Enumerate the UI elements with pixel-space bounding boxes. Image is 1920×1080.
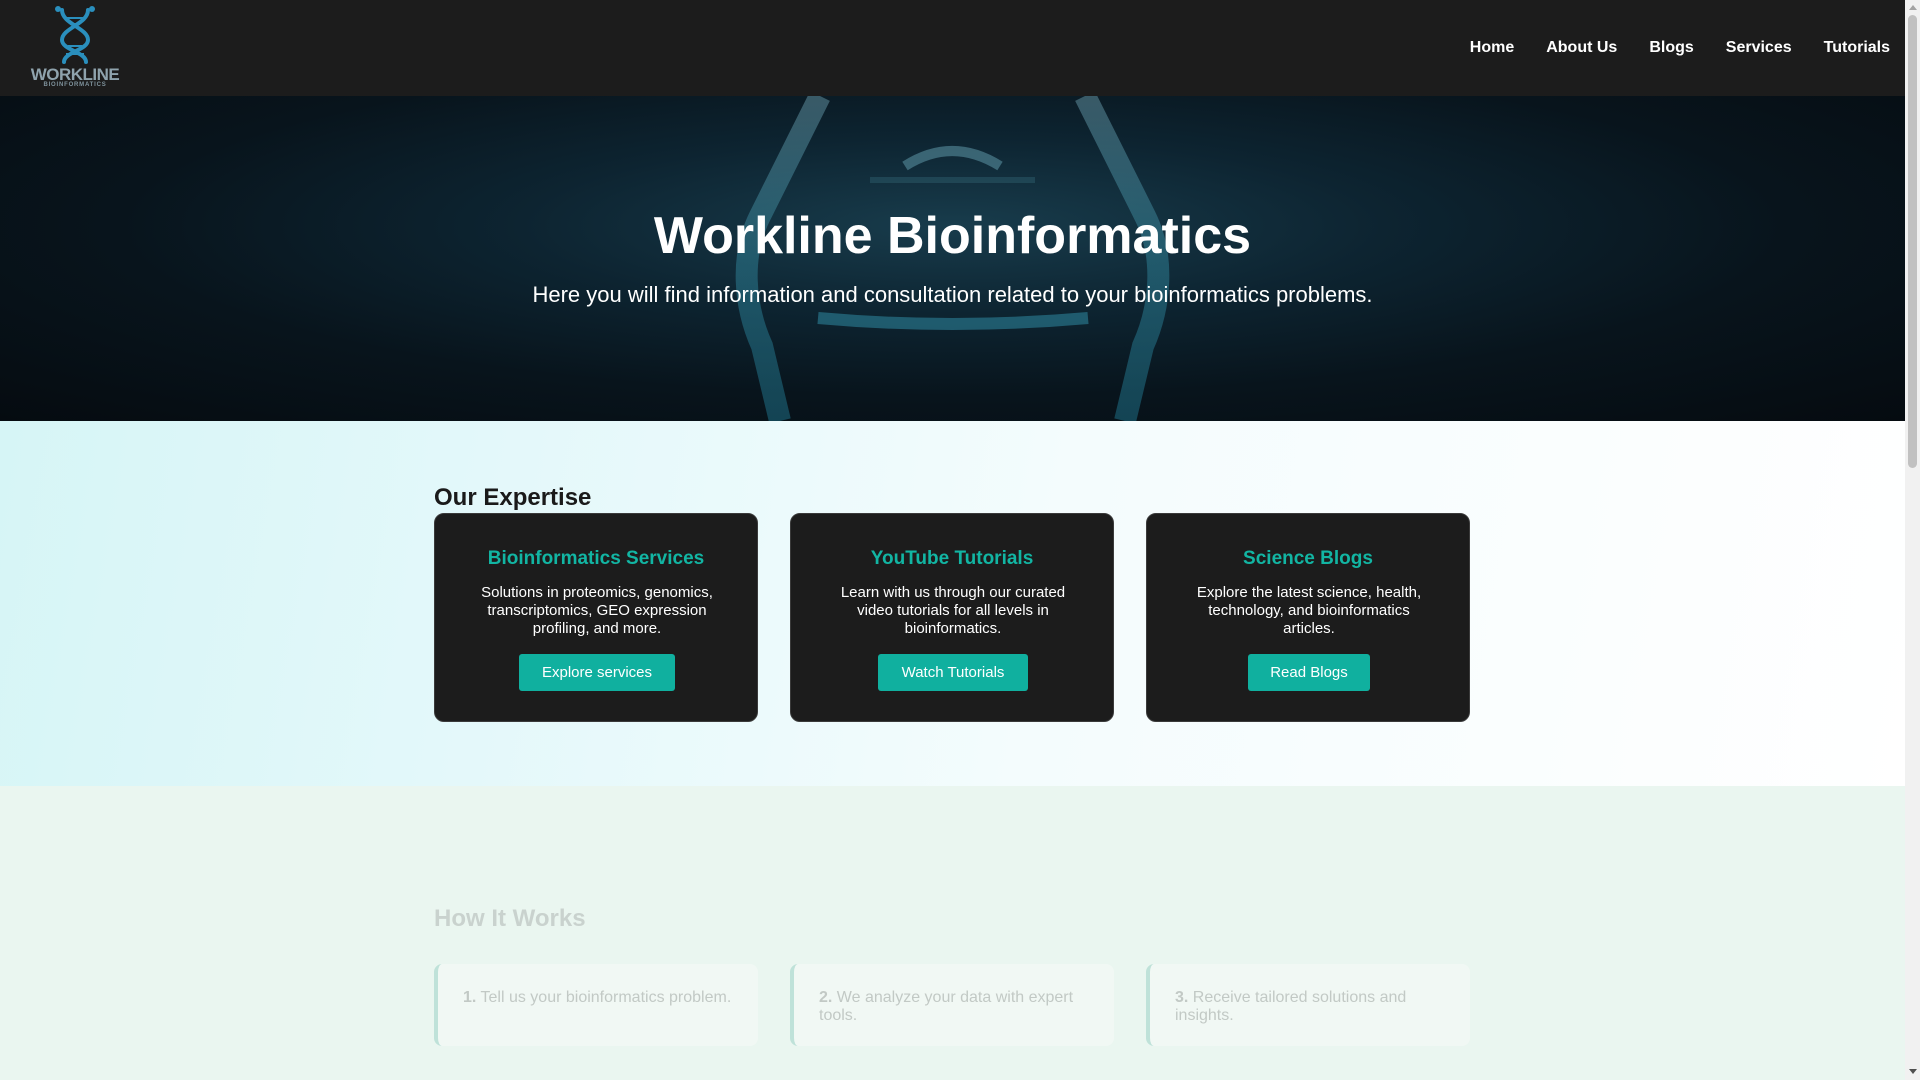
nav-blogs[interactable]: Blogs: [1649, 39, 1693, 57]
dna-icon: [55, 6, 95, 64]
nav-services[interactable]: Services: [1726, 39, 1792, 57]
hero-banner: Workline Bioinformatics Here you will fi…: [0, 96, 1905, 421]
logo-tagline: BIOINFORMATICS: [43, 82, 107, 88]
step-card-3: 3. Receive tailored solutions and insigh…: [1146, 964, 1470, 1046]
step-card-1: 1. Tell us your bioinformatics problem.: [434, 964, 758, 1046]
card-title: Bioinformatics Services: [487, 548, 705, 569]
expertise-section: Our Expertise Bioinformatics Services So…: [0, 421, 1905, 786]
read-blogs-button[interactable]: Read Blogs: [1248, 654, 1370, 691]
step-description: Tell us your bioinformatics problem.: [480, 989, 732, 1006]
nav-about-us[interactable]: About Us: [1546, 39, 1617, 57]
step-description: Receive tailored solutions and insights.: [1175, 989, 1407, 1024]
card-description: Explore the latest science, health, tech…: [1196, 584, 1422, 637]
scrollbar-thumb[interactable]: [1908, 15, 1917, 468]
page-scrollbar[interactable]: [1905, 0, 1920, 1080]
card-bioinformatics-services: Bioinformatics Services Solutions in pro…: [434, 513, 758, 722]
top-navbar: WORKLINE BIOINFORMATICS Home About Us Bl…: [0, 0, 1905, 96]
how-it-works-section: How It Works 1. Tell us your bioinformat…: [0, 786, 1905, 1080]
explore-services-button[interactable]: Explore services: [519, 654, 675, 691]
watch-tutorials-button[interactable]: Watch Tutorials: [878, 654, 1028, 691]
hero-subtitle: Here you will find information and consu…: [532, 282, 1373, 307]
step-text: 2. We analyze your data with expert tool…: [819, 989, 1099, 1025]
page: WORKLINE BIOINFORMATICS Home About Us Bl…: [0, 0, 1905, 1080]
step-description: We analyze your data with expert tools.: [819, 989, 1074, 1024]
nav-tutorials[interactable]: Tutorials: [1824, 39, 1890, 57]
step-number: 2.: [819, 989, 833, 1006]
how-it-works-heading: How It Works: [434, 905, 586, 932]
main-nav: Home About Us Blogs Services Tutorials: [1438, 0, 1890, 96]
scroll-up-arrow-icon[interactable]: [1909, 5, 1917, 10]
card-description: Learn with us through our curated video …: [840, 584, 1066, 637]
step-number: 1.: [463, 989, 477, 1006]
card-youtube-tutorials: YouTube Tutorials Learn with us through …: [790, 513, 1114, 722]
card-description: Solutions in proteomics, genomics, trans…: [481, 584, 713, 637]
card-science-blogs: Science Blogs Explore the latest science…: [1146, 513, 1470, 722]
expertise-heading: Our Expertise: [434, 484, 592, 511]
hero-title: Workline Bioinformatics: [653, 207, 1252, 265]
scroll-down-arrow-icon[interactable]: [1909, 1069, 1917, 1074]
step-number: 3.: [1175, 989, 1189, 1006]
step-text: 1. Tell us your bioinformatics problem.: [463, 989, 743, 1007]
nav-home[interactable]: Home: [1470, 39, 1514, 57]
step-card-2: 2. We analyze your data with expert tool…: [790, 964, 1114, 1046]
card-title: Science Blogs: [1243, 548, 1373, 569]
card-title: YouTube Tutorials: [870, 548, 1034, 569]
workline-logo[interactable]: WORKLINE BIOINFORMATICS: [28, 6, 122, 90]
step-text: 3. Receive tailored solutions and insigh…: [1175, 989, 1455, 1025]
